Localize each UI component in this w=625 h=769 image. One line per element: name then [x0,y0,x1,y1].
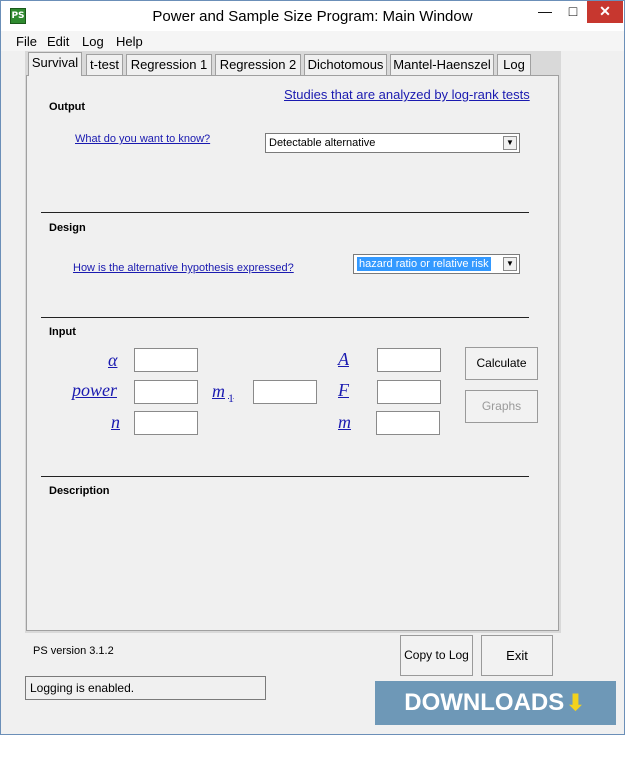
output-question-link[interactable]: What do you want to know? [75,133,210,145]
output-select-value: Detectable alternative [269,137,376,149]
design-select-value: hazard ratio or relative risk [357,257,491,271]
minimize-button[interactable]: — [531,1,559,23]
menu-edit[interactable]: Edit [47,34,69,49]
n-label[interactable]: n [111,412,120,433]
chevron-down-icon: ▼ [503,136,517,150]
tab-mantel-haenszel[interactable]: Mantel-Haenszel [390,54,494,75]
version-label: PS version 3.1.2 [33,645,114,657]
m1-subscript: 1 [228,390,234,405]
f-input[interactable] [377,380,441,404]
alpha-label[interactable]: α [108,350,117,371]
a-label[interactable]: A [338,349,349,370]
power-input[interactable] [134,380,198,404]
calculate-button[interactable]: Calculate [465,347,538,380]
m1-label-text: m [212,381,225,401]
menu-file[interactable]: File [16,34,37,49]
maximize-button[interactable]: □ [559,1,587,23]
tab-survival[interactable]: Survival [28,52,82,76]
tab-t-test[interactable]: t-test [86,54,123,75]
tab-regression-1[interactable]: Regression 1 [126,54,212,75]
exit-button[interactable]: Exit [481,635,553,676]
log-status-box: Logging is enabled. [25,676,266,700]
m-label[interactable]: m [338,412,351,433]
tab-log[interactable]: Log [497,54,531,75]
copy-to-log-button[interactable]: Copy to Log [400,635,473,676]
m-input[interactable] [376,411,440,435]
n-input[interactable] [134,411,198,435]
tab-regression-2[interactable]: Regression 2 [215,54,301,75]
watermark-right-text: .GURU [456,733,535,760]
graphs-button[interactable]: Graphs [465,390,538,423]
downloads-guru-watermark: DOWNLOADS⬇ .GURU [375,681,616,760]
m1-input[interactable] [253,380,317,404]
close-button[interactable]: ✕ [587,1,623,23]
download-arrow-icon: ⬇ [566,690,585,715]
m1-label[interactable]: m1 [212,381,234,406]
title-bar: PS Power and Sample Size Program: Main W… [1,1,624,31]
output-select[interactable]: Detectable alternative ▼ [265,133,520,153]
log-rank-studies-link[interactable]: Studies that are analyzed by log-rank te… [284,87,530,102]
main-window: PS Power and Sample Size Program: Main W… [0,0,625,760]
alpha-input[interactable] [134,348,198,372]
design-select[interactable]: hazard ratio or relative risk ▼ [353,254,520,274]
tab-dichotomous[interactable]: Dichotomous [304,54,387,75]
f-label[interactable]: F [338,380,349,401]
power-label[interactable]: power [72,380,117,401]
menu-log[interactable]: Log [82,34,104,49]
chevron-down-icon: ▼ [503,257,517,271]
menu-bar: File Edit Log Help [1,31,624,51]
design-question-link[interactable]: How is the alternative hypothesis expres… [73,262,294,274]
menu-help[interactable]: Help [116,34,143,49]
a-input[interactable] [377,348,441,372]
watermark-left-text: DOWNLOADS [404,689,565,716]
